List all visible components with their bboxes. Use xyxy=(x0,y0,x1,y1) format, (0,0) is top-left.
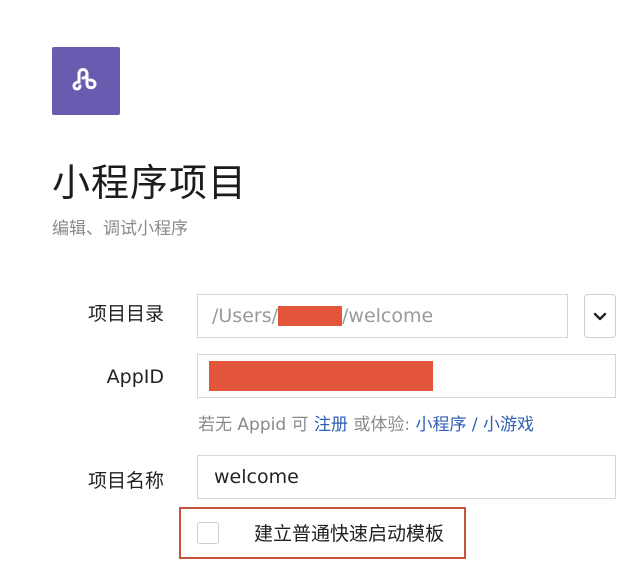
directory-label: 项目目录 xyxy=(87,303,164,325)
appid-hint: 若无 Appid 可 注册 或体验: 小程序 / 小游戏 xyxy=(198,410,534,435)
chevron-down-icon xyxy=(593,307,607,326)
project-name-label: 项目名称 xyxy=(87,470,164,492)
hint-separator: / xyxy=(471,415,478,435)
quickstart-checkbox[interactable] xyxy=(197,522,219,544)
app-logo xyxy=(52,47,120,115)
miniprogram-trial-link[interactable]: 小程序 xyxy=(416,415,467,435)
directory-dropdown-button[interactable] xyxy=(584,294,616,338)
page-title: 小程序项目 xyxy=(52,161,248,205)
directory-field[interactable]: /Users/ /welcome xyxy=(197,294,568,338)
project-name-field[interactable]: welcome xyxy=(197,455,616,499)
page-subtitle: 编辑、调试小程序 xyxy=(52,219,188,239)
redacted-appid xyxy=(209,361,433,391)
minigame-trial-link[interactable]: 小游戏 xyxy=(483,415,534,435)
appid-field[interactable] xyxy=(197,354,616,398)
directory-value: /Users/ /welcome xyxy=(198,305,433,327)
directory-suffix: /welcome xyxy=(342,305,434,327)
register-link[interactable]: 注册 xyxy=(314,415,348,435)
miniprogram-logo-icon xyxy=(66,59,106,103)
quickstart-label[interactable]: 建立普通快速启动模板 xyxy=(254,519,444,546)
hint-prefix: 若无 Appid 可 xyxy=(198,415,309,435)
redacted-username xyxy=(278,306,343,326)
appid-label: AppID xyxy=(106,366,164,388)
project-name-value: welcome xyxy=(214,466,299,488)
hint-middle: 或体验: xyxy=(353,415,411,435)
directory-prefix: /Users/ xyxy=(212,305,279,327)
